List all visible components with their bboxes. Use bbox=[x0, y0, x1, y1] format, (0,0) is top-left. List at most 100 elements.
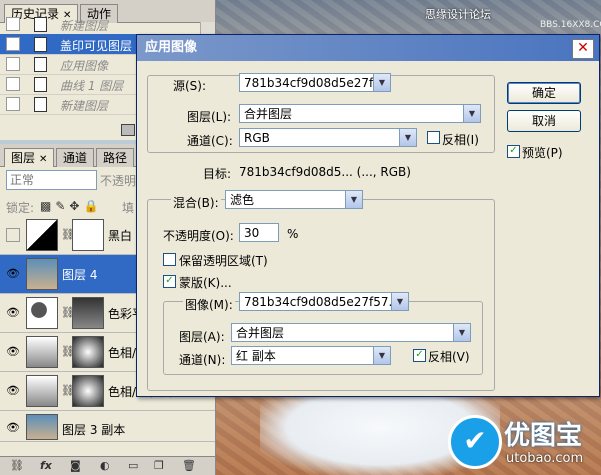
mask-channel-label: 通道(N): bbox=[179, 353, 226, 367]
eye-icon[interactable]: 👁 bbox=[6, 345, 20, 358]
preserve-transparency-checkbox[interactable] bbox=[163, 253, 176, 266]
logo-url: utobao.com bbox=[506, 451, 584, 466]
utobao-logo: ✔ 优图宝 utobao.com bbox=[448, 413, 601, 475]
eye-icon[interactable]: 👁 bbox=[6, 267, 20, 280]
chevron-down-icon: ▼ bbox=[399, 129, 416, 146]
history-item-label: 新建图层 bbox=[60, 99, 109, 113]
history-checkbox[interactable] bbox=[6, 57, 20, 71]
cancel-button[interactable]: 取消 bbox=[507, 110, 581, 132]
adjustment-thumbnail bbox=[26, 375, 58, 407]
dialog-title: 应用图像 bbox=[137, 35, 599, 61]
mask-invert-checkbox[interactable]: ✓ bbox=[413, 349, 426, 362]
mask-label: 蒙版(K)... bbox=[179, 276, 232, 290]
close-icon[interactable]: ✕ bbox=[39, 154, 47, 165]
eye-icon[interactable]: 👁 bbox=[6, 306, 20, 319]
document-icon bbox=[34, 17, 47, 32]
layer-value: 合并图层 bbox=[244, 107, 293, 121]
mask-image-select[interactable]: 781b34cf9d08d5e27f57... ▼ bbox=[239, 292, 409, 311]
source-label: 源(S): bbox=[171, 77, 209, 94]
layer-select[interactable]: 合并图层 ▼ bbox=[239, 104, 481, 123]
panel-menu-icon[interactable] bbox=[121, 124, 135, 136]
eye-icon[interactable]: 👁 bbox=[6, 421, 20, 434]
history-checkbox[interactable] bbox=[6, 77, 20, 91]
new-layer-icon[interactable]: ❐ bbox=[154, 459, 164, 472]
chevron-down-icon: ▼ bbox=[373, 347, 390, 364]
layers-footer: ⛓ fx ◙ ◐ ▭ ❐ 🗑 bbox=[0, 456, 215, 475]
mask-channel-value: 红 副本 bbox=[236, 349, 276, 363]
invert-label: 反相(I) bbox=[442, 133, 479, 147]
mask-image-label: 图像(M): bbox=[183, 296, 235, 313]
close-button[interactable]: ✕ bbox=[572, 39, 594, 59]
trash-icon[interactable]: 🗑 bbox=[182, 459, 196, 472]
mask-channel-select[interactable]: 红 副本 ▼ bbox=[231, 346, 391, 365]
chevron-down-icon: ▼ bbox=[463, 105, 480, 122]
mask-thumbnail[interactable] bbox=[72, 219, 104, 251]
layer-row[interactable]: 👁 图层 3 副本 bbox=[0, 411, 215, 442]
history-item[interactable]: 新建图层 bbox=[0, 14, 200, 35]
source-select[interactable]: 781b34cf9d08d5e27f57... ▼ bbox=[239, 73, 391, 92]
chevron-down-icon: ▼ bbox=[345, 191, 362, 208]
mask-thumbnail[interactable] bbox=[72, 336, 104, 368]
opacity-unit: % bbox=[287, 227, 299, 241]
layer-blend-mode-select[interactable]: 正常 bbox=[6, 170, 97, 190]
layer-label: 图层(L): bbox=[187, 110, 232, 124]
blend-label: 混合(B): bbox=[171, 194, 221, 211]
mask-layer-label: 图层(A): bbox=[179, 330, 225, 344]
mask-icon[interactable]: ◙ bbox=[70, 459, 81, 472]
history-item-label: 新建图层 bbox=[60, 19, 109, 33]
eye-icon[interactable]: 👁 bbox=[6, 384, 20, 397]
ok-button[interactable]: 确定 bbox=[507, 82, 581, 104]
layer-thumbnail bbox=[26, 258, 58, 290]
mask-invert-label: 反相(V) bbox=[428, 350, 470, 364]
adjustment-thumbnail bbox=[26, 219, 58, 251]
history-item-label: 曲线 1 图层 bbox=[60, 79, 124, 93]
target-value: 781b34cf9d08d5... (..., RGB) bbox=[239, 165, 411, 179]
channel-select[interactable]: RGB ▼ bbox=[239, 128, 417, 147]
history-item-label: 盖印可见图层 bbox=[60, 39, 133, 53]
fx-icon[interactable]: fx bbox=[40, 459, 52, 472]
mask-layer-select[interactable]: 合并图层 ▼ bbox=[231, 323, 471, 342]
link-icon[interactable]: ⛓ bbox=[10, 459, 24, 472]
channel-value: RGB bbox=[244, 131, 270, 145]
history-checkbox[interactable] bbox=[6, 17, 20, 31]
apply-image-dialog: 应用图像 ✕ 源(S): 781b34cf9d08d5e27f57... ▼ 图层… bbox=[136, 34, 600, 397]
folder-icon[interactable]: ▭ bbox=[128, 459, 138, 472]
mask-image-value: 781b34cf9d08d5e27f57... bbox=[244, 295, 400, 309]
layer-name: 图层 3 副本 bbox=[62, 423, 126, 437]
mask-checkbox[interactable]: ✓ bbox=[163, 275, 176, 288]
adjustment-thumbnail bbox=[26, 297, 58, 329]
lock-label: 锁定: bbox=[6, 201, 35, 215]
logo-name: 优图宝 bbox=[504, 421, 583, 451]
history-item-label: 应用图像 bbox=[60, 59, 109, 73]
blend-value: 滤色 bbox=[230, 193, 255, 207]
mask-layer-value: 合并图层 bbox=[236, 326, 285, 340]
invert-checkbox[interactable] bbox=[427, 131, 440, 144]
document-icon bbox=[34, 37, 47, 52]
watermark-url: BBS.16XX8.COM bbox=[540, 20, 601, 30]
source-value: 781b34cf9d08d5e27f57... bbox=[244, 76, 391, 90]
mask-thumbnail[interactable] bbox=[72, 375, 104, 407]
chevron-down-icon: ▼ bbox=[391, 293, 408, 310]
mask-thumbnail[interactable] bbox=[72, 297, 104, 329]
lock-icons[interactable]: ▩✎✥🔒 bbox=[40, 199, 102, 213]
history-checkbox[interactable] bbox=[6, 37, 20, 51]
adjustment-icon[interactable]: ◐ bbox=[100, 459, 110, 472]
opacity-input[interactable]: 30 bbox=[239, 223, 279, 242]
layer-thumbnail bbox=[26, 414, 58, 440]
blend-select[interactable]: 滤色 ▼ bbox=[225, 190, 363, 209]
tab-channels[interactable]: 通道 bbox=[56, 148, 95, 167]
history-checkbox[interactable] bbox=[6, 97, 20, 111]
document-icon bbox=[34, 97, 47, 112]
chevron-down-icon: ▼ bbox=[453, 324, 470, 341]
visibility-toggle[interactable] bbox=[6, 228, 20, 242]
preview-checkbox[interactable]: ✓ bbox=[507, 145, 520, 158]
tab-layers[interactable]: 图层 ✕ bbox=[4, 148, 55, 167]
adjustment-thumbnail bbox=[26, 336, 58, 368]
fill-label: 填 bbox=[122, 201, 135, 215]
layer-opacity-label: 不透明 bbox=[100, 174, 137, 188]
tab-paths[interactable]: 路径 bbox=[96, 148, 135, 167]
document-icon bbox=[34, 57, 47, 72]
document-icon bbox=[34, 77, 47, 92]
layer-name: 图层 4 bbox=[62, 268, 98, 282]
preserve-transparency-label: 保留透明区域(T) bbox=[179, 254, 268, 268]
